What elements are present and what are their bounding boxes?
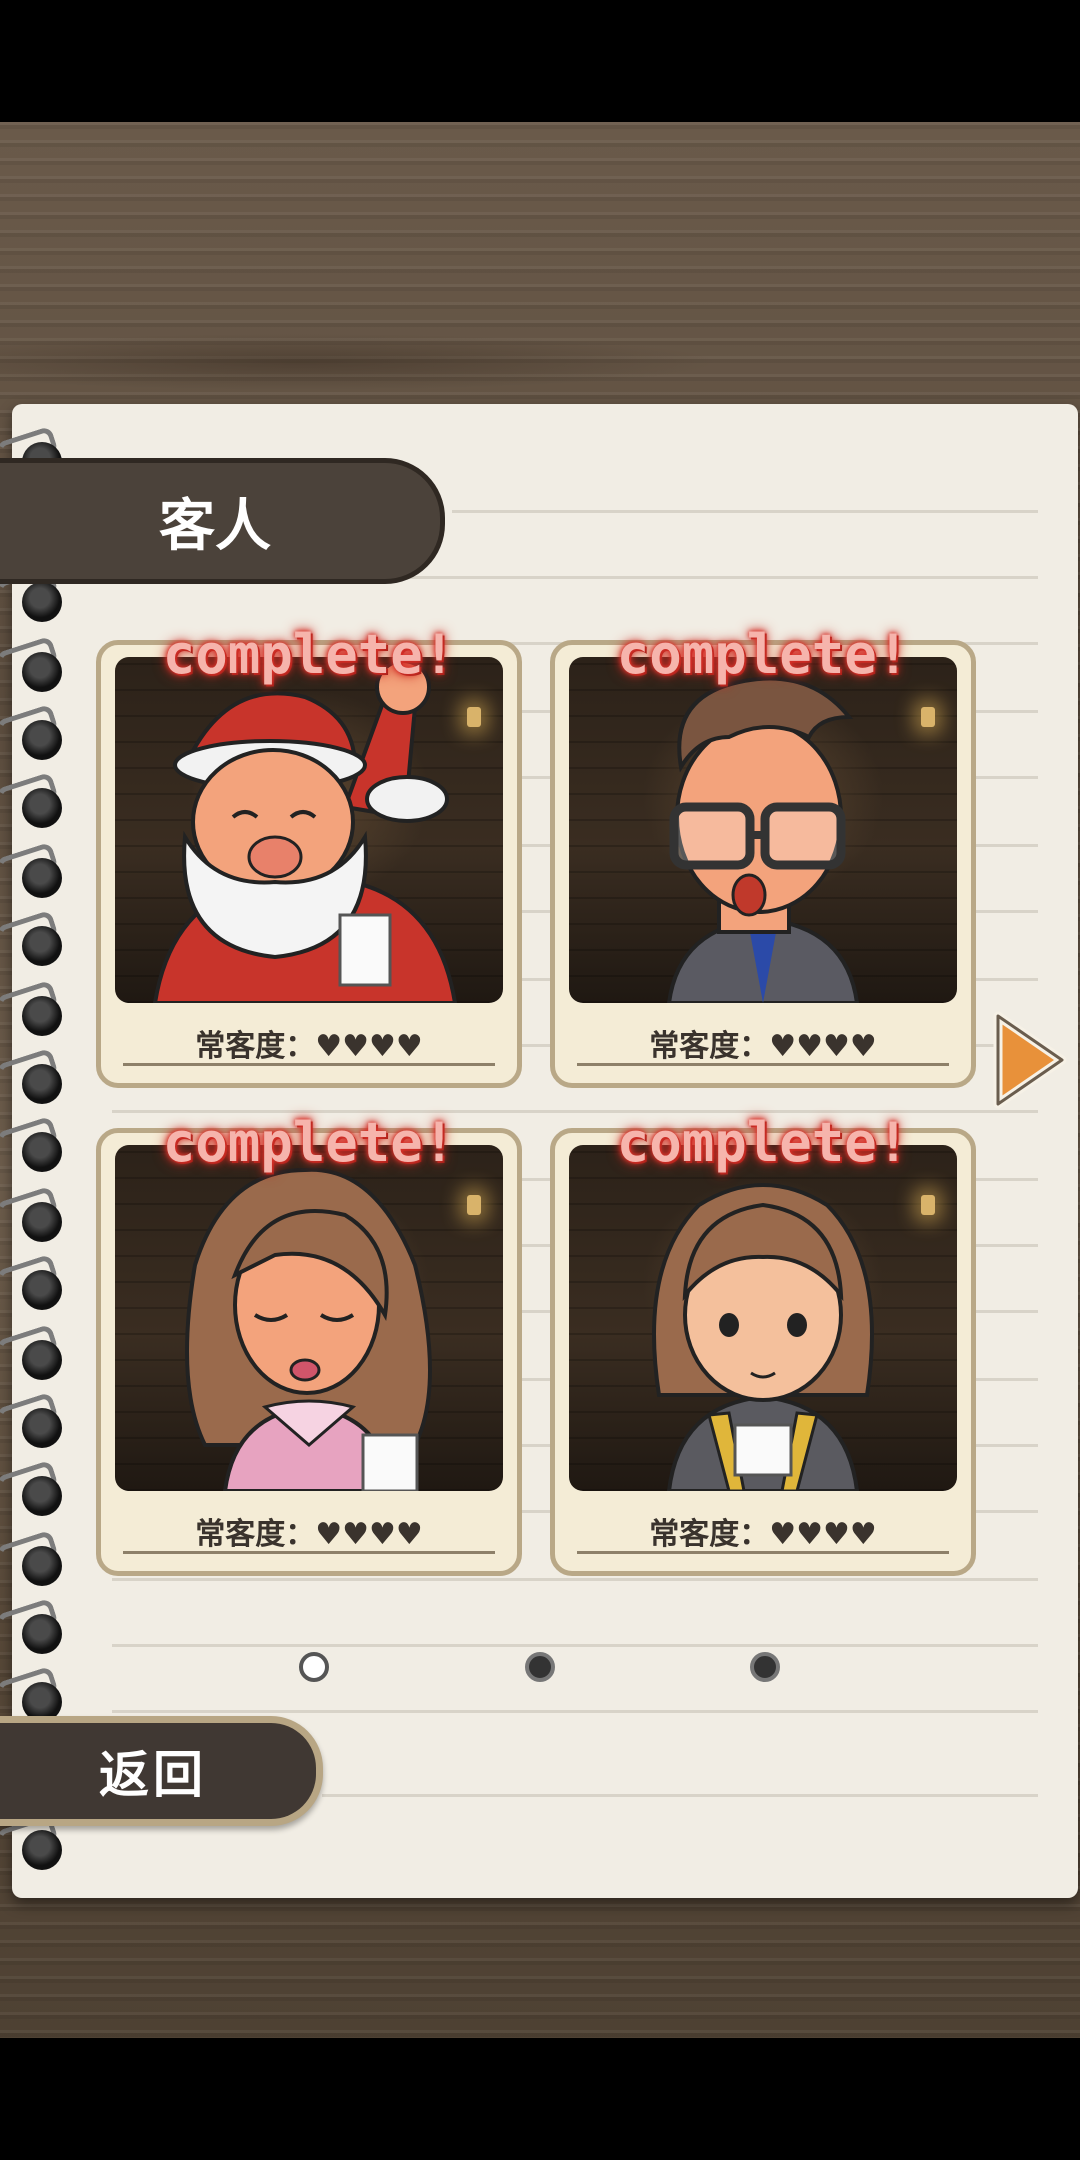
customer-portrait [115, 657, 503, 1003]
page-dot-3[interactable] [750, 1652, 780, 1682]
customer-portrait [115, 1145, 503, 1491]
customer-card[interactable]: complete! 常客度：♥♥♥♥ [550, 623, 976, 1088]
woman-bob-hair-character [652, 1183, 874, 1491]
regular-level-label: 常客度：♥♥♥♥ [195, 1517, 423, 1552]
page-title: 客人 [0, 458, 445, 584]
complete-badge: complete! [162, 623, 456, 686]
regular-level-label: 常客度：♥♥♥♥ [649, 1517, 877, 1552]
page-dot-1[interactable] [299, 1652, 329, 1682]
glasses-man-character [666, 676, 860, 1003]
regular-level-label: 常客度：♥♥♥♥ [649, 1029, 877, 1064]
arrow-right-icon[interactable] [990, 1010, 1070, 1110]
page-title-text: 客人 [159, 493, 271, 559]
page-dot-2[interactable] [525, 1652, 555, 1682]
woman-wavy-hair-character [185, 1167, 432, 1491]
complete-badge: complete! [616, 623, 910, 686]
customer-card[interactable]: complete! 常客度：♥♥♥♥ [96, 1111, 522, 1576]
customer-card[interactable]: complete! 常客度：♥♥♥♥ [96, 623, 522, 1088]
customer-portrait [569, 1145, 957, 1491]
back-button-label: 返回 [99, 1746, 207, 1804]
santa-character [152, 659, 458, 1003]
back-button[interactable]: 返回 [0, 1716, 323, 1826]
regular-level-label: 常客度：♥♥♥♥ [195, 1029, 423, 1064]
complete-badge: complete! [616, 1111, 910, 1174]
customer-card[interactable]: complete! 常客度：♥♥♥♥ [550, 1111, 976, 1576]
complete-badge: complete! [162, 1111, 456, 1174]
customer-portrait [569, 657, 957, 1003]
